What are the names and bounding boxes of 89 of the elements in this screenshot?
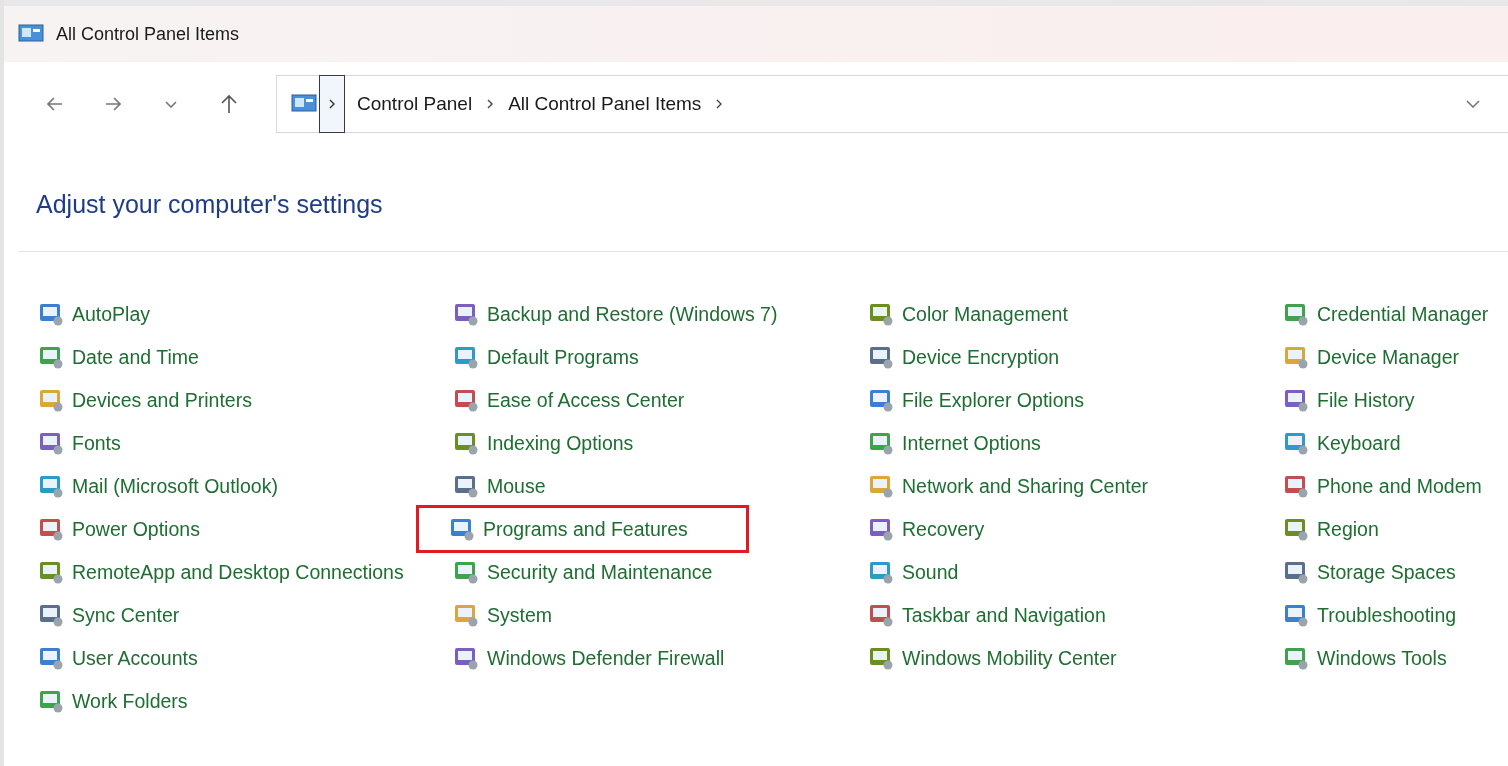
control-panel-link[interactable]: Date and Time bbox=[34, 342, 203, 372]
control-panel-link[interactable]: Recovery bbox=[864, 514, 989, 544]
forward-arrow-icon bbox=[105, 97, 121, 111]
control-panel-link[interactable]: Device Encryption bbox=[864, 342, 1064, 372]
control-panel-link[interactable]: Keyboard bbox=[1279, 428, 1405, 458]
control-panel-icon bbox=[1283, 645, 1309, 671]
control-panel-icon bbox=[453, 430, 479, 456]
control-panel-icon bbox=[1283, 516, 1309, 542]
control-panel-icon bbox=[868, 473, 894, 499]
control-panel-icon bbox=[38, 559, 64, 585]
control-panel-link[interactable]: Security and Maintenance bbox=[449, 557, 717, 587]
control-panel-link[interactable]: Backup and Restore (Windows 7) bbox=[449, 299, 782, 329]
control-panel-icon bbox=[453, 387, 479, 413]
control-panel-link[interactable]: Mouse bbox=[449, 471, 550, 501]
control-panel-icon bbox=[868, 559, 894, 585]
page-heading: Adjust your computer's settings bbox=[36, 190, 384, 219]
control-panel-icon bbox=[38, 344, 64, 370]
control-panel-link[interactable]: Taskbar and Navigation bbox=[864, 600, 1110, 630]
control-panel-link[interactable]: Region bbox=[1279, 514, 1383, 544]
control-panel-link[interactable]: Storage Spaces bbox=[1279, 557, 1460, 587]
control-panel-icon bbox=[868, 645, 894, 671]
chevron-right-icon bbox=[486, 98, 495, 110]
control-panel-icon bbox=[1283, 559, 1309, 585]
control-panel-icon bbox=[1283, 430, 1309, 456]
control-panel-link[interactable]: Ease of Access Center bbox=[449, 385, 689, 415]
control-panel-link[interactable]: Fonts bbox=[34, 428, 125, 458]
chevron-right-icon bbox=[715, 98, 724, 110]
control-panel-icon bbox=[453, 559, 479, 585]
control-panel-icon bbox=[453, 602, 479, 628]
control-panel-link[interactable]: User Accounts bbox=[34, 643, 202, 673]
control-panel-icon bbox=[868, 430, 894, 456]
breadcrumb[interactable]: Control Panel bbox=[351, 93, 479, 115]
control-panel-link[interactable]: Credential Manager bbox=[1279, 299, 1493, 329]
control-panel-icon bbox=[38, 602, 64, 628]
control-panel-icon bbox=[868, 602, 894, 628]
control-panel-icon bbox=[868, 387, 894, 413]
control-panel-icon bbox=[449, 516, 475, 542]
control-panel-icon bbox=[453, 344, 479, 370]
control-panel-link[interactable]: AutoPlay bbox=[34, 299, 155, 329]
control-panel-icon bbox=[453, 473, 479, 499]
control-panel-link[interactable]: System bbox=[449, 600, 556, 630]
control-panel-link[interactable]: Programs and Features bbox=[425, 514, 740, 544]
control-panel-icon bbox=[1283, 344, 1309, 370]
control-panel-link[interactable]: RemoteApp and Desktop Connections bbox=[34, 557, 408, 587]
control-panel-icon bbox=[38, 645, 64, 671]
control-panel-link[interactable]: File Explorer Options bbox=[864, 385, 1089, 415]
control-panel-link[interactable]: Sync Center bbox=[34, 600, 184, 630]
control-panel-icon bbox=[453, 645, 479, 671]
control-panel-icon bbox=[868, 301, 894, 327]
control-panel-link[interactable]: File History bbox=[1279, 385, 1419, 415]
control-panel-icon bbox=[291, 94, 317, 114]
control-panel-link[interactable]: Default Programs bbox=[449, 342, 643, 372]
control-panel-link[interactable]: Windows Tools bbox=[1279, 643, 1451, 673]
control-panel-link[interactable]: Sound bbox=[864, 557, 963, 587]
control-panel-icon bbox=[1283, 387, 1309, 413]
breadcrumb-separator-button[interactable] bbox=[319, 75, 345, 133]
breadcrumb[interactable]: All Control Panel Items bbox=[502, 93, 708, 115]
control-panel-link[interactable]: Color Management bbox=[864, 299, 1072, 329]
control-panel-link[interactable]: Devices and Printers bbox=[34, 385, 256, 415]
control-panel-icon bbox=[1283, 301, 1309, 327]
back-arrow-icon bbox=[47, 97, 63, 111]
control-panel-icon bbox=[453, 301, 479, 327]
chevron-down-icon bbox=[165, 100, 177, 108]
window-title: All Control Panel Items bbox=[56, 23, 240, 45]
control-panel-link[interactable]: Windows Defender Firewall bbox=[449, 643, 729, 673]
control-panel-link[interactable]: Internet Options bbox=[864, 428, 1045, 458]
control-panel-icon bbox=[38, 473, 64, 499]
control-panel-link[interactable]: Windows Mobility Center bbox=[864, 643, 1121, 673]
control-panel-icon bbox=[38, 301, 64, 327]
control-panel-icon bbox=[1283, 602, 1309, 628]
control-panel-link[interactable]: Device Manager bbox=[1279, 342, 1463, 372]
control-panel-link[interactable]: Power Options bbox=[34, 514, 204, 544]
chevron-right-icon bbox=[328, 98, 336, 110]
control-panel-link[interactable]: Mail (Microsoft Outlook) bbox=[34, 471, 282, 501]
control-panel-link[interactable]: Phone and Modem bbox=[1279, 471, 1486, 501]
control-panel-icon bbox=[38, 387, 64, 413]
control-panel-link[interactable]: Indexing Options bbox=[449, 428, 638, 458]
control-panel-icon bbox=[868, 516, 894, 542]
control-panel-link[interactable]: Work Folders bbox=[34, 686, 192, 716]
control-panel-icon bbox=[38, 688, 64, 714]
control-panel-icon bbox=[38, 516, 64, 542]
control-panel-icon bbox=[868, 344, 894, 370]
control-panel-icon bbox=[1283, 473, 1309, 499]
control-panel-icon bbox=[18, 24, 44, 44]
control-panel-link[interactable]: Troubleshooting bbox=[1279, 600, 1461, 630]
chevron-down-icon bbox=[1466, 100, 1480, 108]
control-panel-link[interactable]: Network and Sharing Center bbox=[864, 471, 1153, 501]
address-bar[interactable]: Control Panel All Control Panel Items bbox=[276, 75, 1508, 133]
control-panel-icon bbox=[38, 430, 64, 456]
